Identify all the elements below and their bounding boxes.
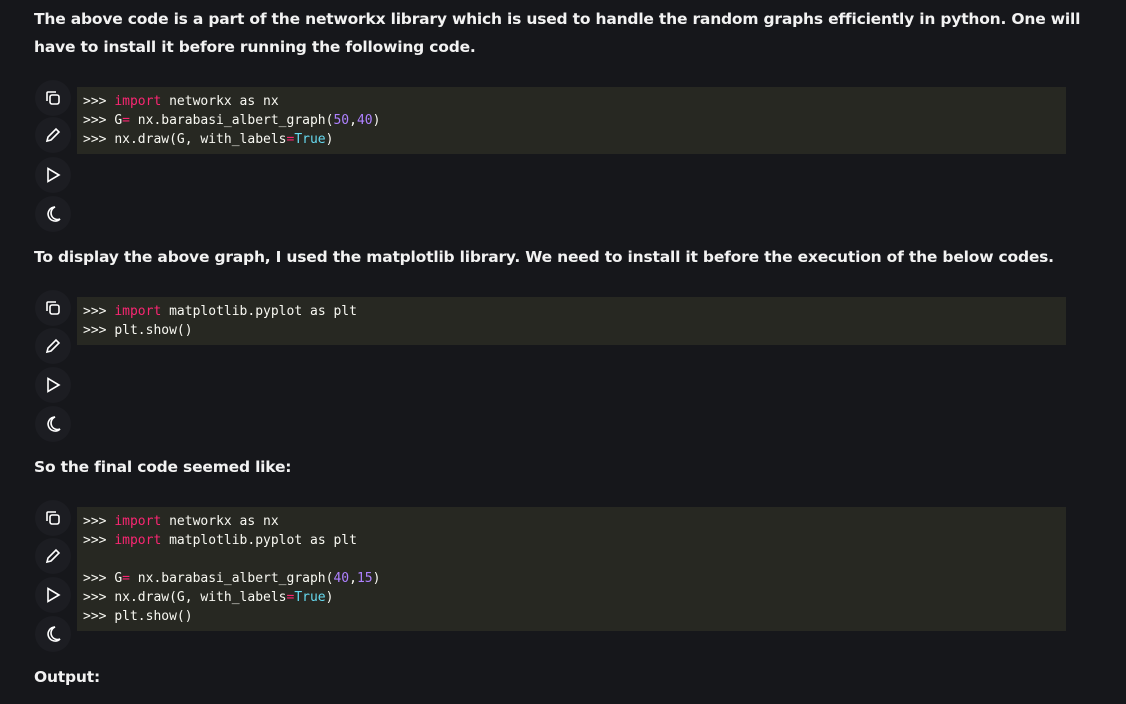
output-label: Output: [34,668,100,686]
copy-icon [46,91,60,105]
copy-button[interactable] [35,80,71,116]
edit-button[interactable] [35,538,71,574]
intro-paragraph: The above code is a part of the networkx… [34,10,1081,56]
code-line: >>> import matplotlib.pyplot as plt [83,304,357,319]
theme-toggle-button[interactable] [35,196,71,232]
code-line: >>> import matplotlib.pyplot as plt [83,533,357,548]
code-line: >>> plt.show() [83,323,193,338]
code-block-1[interactable]: >>> import networkx as nx >>> G= nx.bara… [77,87,1066,154]
edit-button[interactable] [35,328,71,364]
theme-toggle-button[interactable] [35,616,71,652]
run-icon [47,167,61,183]
theme-toggle-icon [47,416,61,432]
run-button[interactable] [35,157,71,193]
theme-toggle-button[interactable] [35,406,71,442]
run-button[interactable] [35,577,71,613]
code-line: >>> import networkx as nx [83,94,279,109]
code-block-3[interactable]: >>> import networkx as nx >>> import mat… [77,507,1066,631]
run-button[interactable] [35,367,71,403]
edit-icon [45,548,61,564]
final-code-paragraph: So the final code seemed like: [34,458,292,476]
theme-toggle-icon [47,626,61,642]
code-line: >>> plt.show() [83,609,193,624]
edit-icon [45,338,61,354]
display-paragraph: To display the above graph, I used the m… [34,248,1054,266]
code-line: >>> nx.draw(G, with_labels=True) [83,590,334,605]
copy-button[interactable] [35,500,71,536]
edit-icon [45,127,61,143]
code-line: >>> G= nx.barabasi_albert_graph(40,15) [83,571,381,586]
code-line: >>> import networkx as nx [83,514,279,529]
copy-icon [46,301,60,315]
copy-icon [46,511,60,525]
code-block-2[interactable]: >>> import matplotlib.pyplot as plt >>> … [77,297,1066,345]
code-line: >>> G= nx.barabasi_albert_graph(50,40) [83,113,381,128]
run-icon [47,377,61,393]
edit-button[interactable] [35,117,71,153]
code-line: >>> nx.draw(G, with_labels=True) [83,132,334,147]
copy-button[interactable] [35,290,71,326]
theme-toggle-icon [47,206,61,222]
run-icon [47,587,61,603]
